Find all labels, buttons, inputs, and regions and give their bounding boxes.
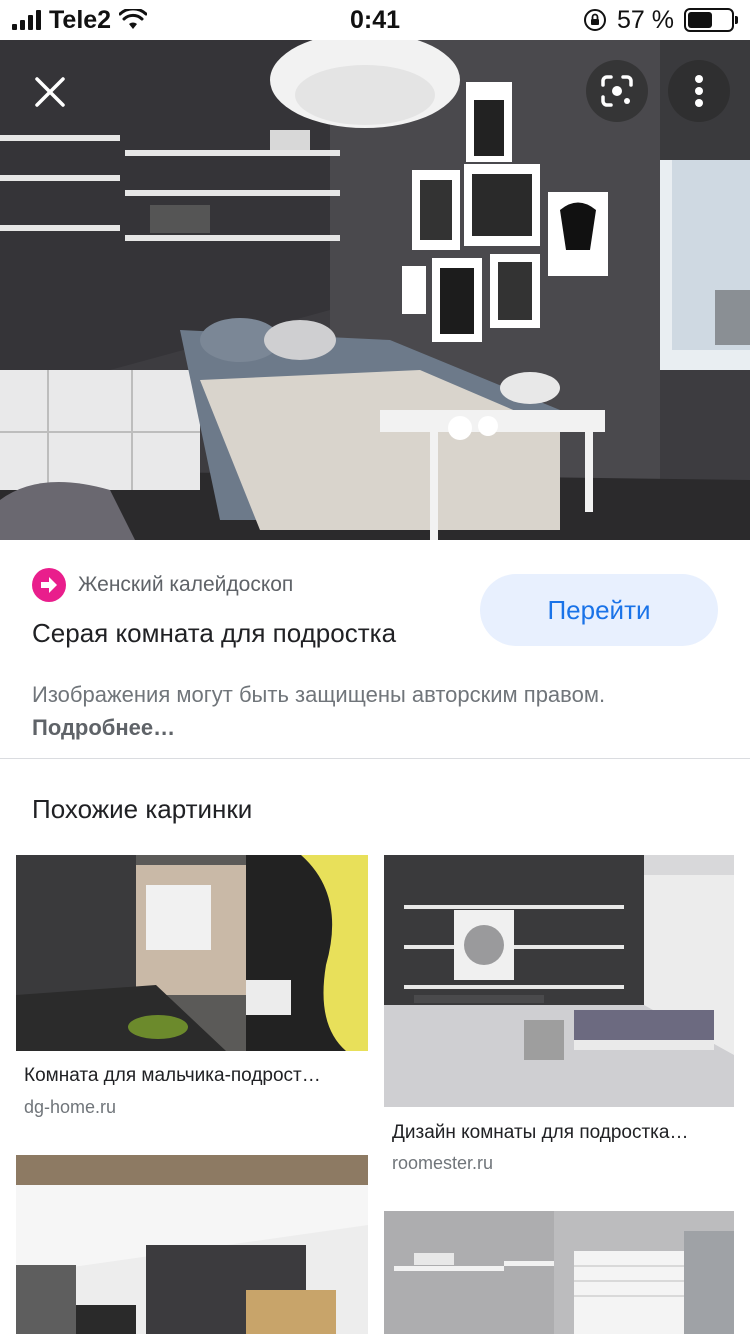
similar-heading: Похожие картинки: [32, 794, 253, 824]
similar-thumbnail: [16, 855, 368, 1051]
close-button[interactable]: [20, 62, 80, 122]
battery-percent: 57 %: [617, 5, 674, 34]
battery-level: [688, 12, 712, 28]
bedroom-photo: [0, 40, 750, 540]
main-image[interactable]: [0, 40, 750, 540]
source-favicon: [32, 568, 66, 602]
copyright-text: Изображения могут быть защищены авторски…: [32, 682, 606, 707]
copyright-notice: Изображения могут быть защищены авторски…: [32, 678, 652, 744]
similar-card[interactable]: Комната для мальчика-подрост… dg-home.ru: [16, 855, 368, 1135]
similar-card[interactable]: Дизайн комнаты для подростка… roomester.…: [384, 855, 734, 1190]
result-info: Женский калейдоскоп Серая комната для по…: [0, 540, 750, 758]
learn-more-link[interactable]: Подробнее…: [32, 715, 175, 740]
similar-thumbnail: [384, 855, 734, 1107]
similar-domain: dg-home.ru: [24, 1097, 117, 1117]
similar-thumbnail: [16, 1155, 368, 1334]
lens-icon: [601, 75, 633, 107]
result-title[interactable]: Серая комната для подростка: [32, 618, 396, 649]
source-name: Женский калейдоскоп: [78, 573, 294, 596]
battery-icon: [684, 8, 738, 32]
more-options-button[interactable]: [668, 60, 730, 122]
lens-button[interactable]: [586, 60, 648, 122]
section-divider: [0, 758, 750, 759]
similar-thumbnail: [384, 1211, 734, 1334]
similar-card[interactable]: [16, 1155, 368, 1334]
similar-caption: Дизайн комнаты для подростка…: [392, 1122, 689, 1143]
go-button[interactable]: Перейти: [480, 574, 718, 646]
arrow-right-icon: [41, 577, 57, 593]
status-right: 57 %: [583, 5, 738, 34]
close-icon: [35, 77, 65, 107]
similar-card[interactable]: [384, 1211, 734, 1334]
status-bar: Tele2 0:41 57 %: [0, 0, 750, 40]
more-vert-icon: [695, 75, 703, 107]
rotation-lock-icon: [584, 9, 607, 31]
similar-domain: roomester.ru: [392, 1153, 494, 1173]
source-row[interactable]: Женский калейдоскоп: [32, 568, 293, 602]
similar-caption: Комната для мальчика-подрост…: [24, 1065, 321, 1086]
